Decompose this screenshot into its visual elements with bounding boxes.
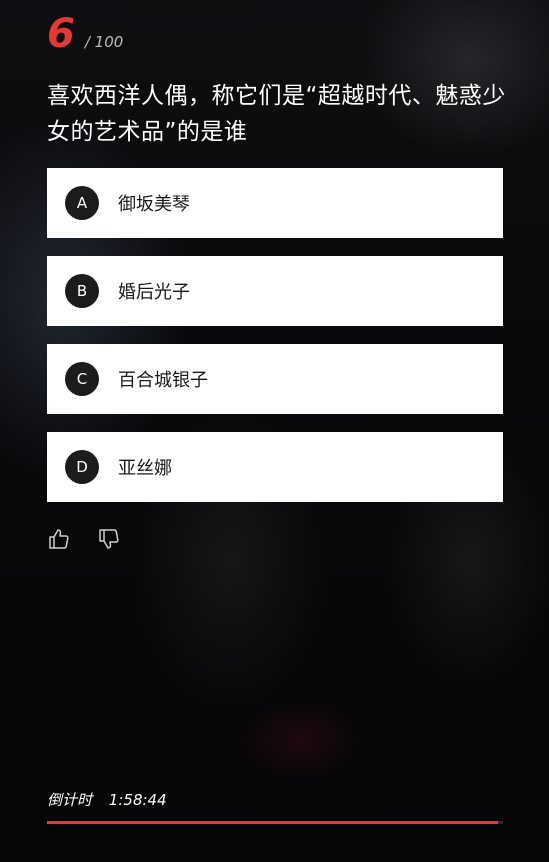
question-number: 6 [47,11,75,57]
question-counter: 6 / 100 [47,14,123,54]
option-a[interactable]: A 御坂美琴 [47,168,503,238]
option-letter-badge: C [65,362,99,396]
option-c[interactable]: C 百合城银子 [47,344,503,414]
countdown-timer: 倒计时 1:58:44 [47,789,167,810]
question-text: 喜欢西洋人偶，称它们是“超越时代、魅惑少女的艺术品”的是谁 [47,83,506,145]
countdown-progress-bar [47,821,503,824]
thumbs-down-icon[interactable] [97,527,121,551]
option-d[interactable]: D 亚丝娜 [47,432,503,502]
option-label: 御坂美琴 [118,194,190,215]
option-label: 婚后光子 [118,282,190,303]
option-letter-badge: A [65,186,99,220]
feedback-bar [47,527,121,551]
option-b[interactable]: B 婚后光子 [47,256,503,326]
countdown-value: 1:58:44 [108,791,167,809]
countdown-label: 倒计时 [47,791,93,809]
option-label: 百合城银子 [118,370,208,391]
option-letter-badge: B [65,274,99,308]
countdown-progress-fill [47,821,499,824]
options-list: A 御坂美琴 B 婚后光子 C 百合城银子 D 亚丝娜 [47,168,503,520]
option-label: 亚丝娜 [118,458,172,479]
thumbs-up-icon[interactable] [47,527,71,551]
option-letter-badge: D [65,450,99,484]
quiz-screen: 6 / 100 喜欢西洋人偶，称它们是“超越时代、魅惑少女的艺术品”的是谁 A … [0,0,549,862]
question-total: / 100 [84,33,124,51]
